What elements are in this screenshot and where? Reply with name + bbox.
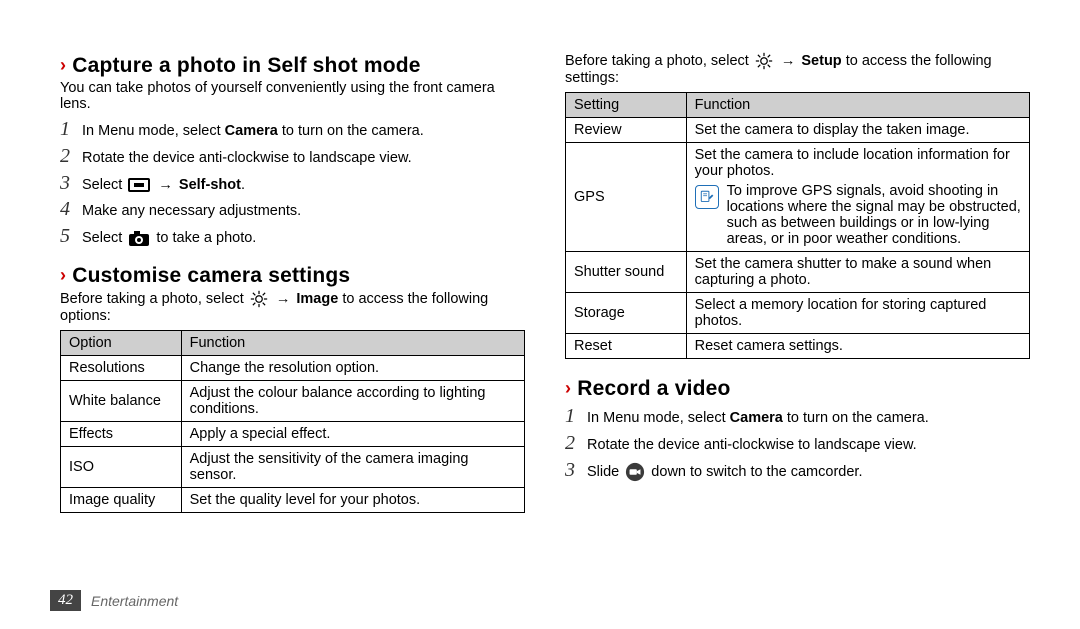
section-heading-record-video: › Record a video [565, 377, 1030, 401]
step-item: 5 Select to take a photo. [60, 225, 525, 250]
table-header-row: Setting Function [566, 93, 1030, 118]
step-number: 2 [565, 432, 587, 455]
gps-note-text: To improve GPS signals, avoid shooting i… [727, 183, 1021, 247]
section-intro: You can take photos of yourself convenie… [60, 80, 525, 112]
step-number: 5 [60, 225, 82, 248]
table-header: Function [181, 330, 524, 355]
table-row: ISOAdjust the sensitivity of the camera … [61, 446, 525, 487]
section-heading-self-shot: › Capture a photo in Self shot mode [60, 54, 525, 78]
step-item: 4 Make any necessary adjustments. [60, 198, 525, 223]
chapter-name: Entertainment [91, 593, 178, 609]
manual-page: › Capture a photo in Self shot mode You … [0, 0, 1080, 629]
page-footer: 42 Entertainment [50, 590, 178, 611]
note-icon [695, 185, 719, 209]
step-item: 1 In Menu mode, select Camera to turn on… [565, 405, 1030, 430]
gps-function-cell: Set the camera to include location infor… [686, 143, 1029, 252]
camcorder-toggle-icon [625, 462, 645, 482]
table-row: GPS Set the camera to include location i… [566, 143, 1030, 252]
gps-note: To improve GPS signals, avoid shooting i… [695, 183, 1021, 247]
settings-gear-icon [755, 52, 773, 70]
step-text: Rotate the device anti-clockwise to land… [587, 435, 917, 457]
step-item: 1 In Menu mode, select Camera to turn on… [60, 118, 525, 143]
right-column: Before taking a photo, select → Setup to… [565, 50, 1030, 521]
table-header-row: Option Function [61, 330, 525, 355]
step-item: 2 Rotate the device anti-clockwise to la… [565, 432, 1030, 457]
table-row: ResolutionsChange the resolution option. [61, 355, 525, 380]
two-column-layout: › Capture a photo in Self shot mode You … [60, 50, 1030, 521]
left-column: › Capture a photo in Self shot mode You … [60, 50, 525, 521]
step-item: 2 Rotate the device anti-clockwise to la… [60, 145, 525, 170]
chevron-icon: › [60, 55, 66, 76]
table-header: Setting [566, 93, 687, 118]
step-number: 4 [60, 198, 82, 221]
step-text: Select → Self-shot. [82, 175, 245, 197]
step-number: 1 [60, 118, 82, 141]
heading-text: Capture a photo in Self shot mode [72, 54, 420, 78]
table-header: Option [61, 330, 182, 355]
chevron-icon: › [565, 378, 571, 399]
table-row: EffectsApply a special effect. [61, 421, 525, 446]
heading-text: Customise camera settings [72, 264, 350, 288]
table-row: ResetReset camera settings. [566, 334, 1030, 359]
heading-text: Record a video [577, 377, 730, 401]
settings-table: Setting Function ReviewSet the camera to… [565, 92, 1030, 359]
step-item: 3 Select → Self-shot. [60, 172, 525, 197]
steps-self-shot: 1 In Menu mode, select Camera to turn on… [60, 118, 525, 250]
section-heading-customise: › Customise camera settings [60, 264, 525, 288]
settings-gear-icon [250, 290, 268, 308]
table-row: StorageSelect a memory location for stor… [566, 293, 1030, 334]
step-text: Select to take a photo. [82, 228, 256, 250]
options-table: Option Function ResolutionsChange the re… [60, 330, 525, 513]
menu-rect-icon [128, 176, 150, 194]
steps-record-video: 1 In Menu mode, select Camera to turn on… [565, 405, 1030, 483]
gps-function-text: Set the camera to include location infor… [695, 147, 1021, 179]
step-number: 2 [60, 145, 82, 168]
step-item: 3 Slide down to switch to the camcorder. [565, 459, 1030, 484]
step-text: Rotate the device anti-clockwise to land… [82, 148, 412, 170]
step-text: In Menu mode, select Camera to turn on t… [82, 121, 424, 143]
camera-shutter-icon [128, 229, 150, 247]
step-text: Make any necessary adjustments. [82, 201, 301, 223]
step-text: Slide down to switch to the camcorder. [587, 462, 862, 484]
table-row: White balanceAdjust the colour balance a… [61, 380, 525, 421]
section-intro: Before taking a photo, select → Setup to… [565, 52, 1030, 86]
chevron-icon: › [60, 265, 66, 286]
table-row: Shutter soundSet the camera shutter to m… [566, 252, 1030, 293]
step-number: 3 [60, 172, 82, 195]
section-intro: Before taking a photo, select → Image to… [60, 290, 525, 324]
step-text: In Menu mode, select Camera to turn on t… [587, 408, 929, 430]
table-header: Function [686, 93, 1029, 118]
table-row: ReviewSet the camera to display the take… [566, 118, 1030, 143]
page-number: 42 [50, 590, 81, 611]
step-number: 1 [565, 405, 587, 428]
table-row: Image qualitySet the quality level for y… [61, 487, 525, 512]
step-number: 3 [565, 459, 587, 482]
